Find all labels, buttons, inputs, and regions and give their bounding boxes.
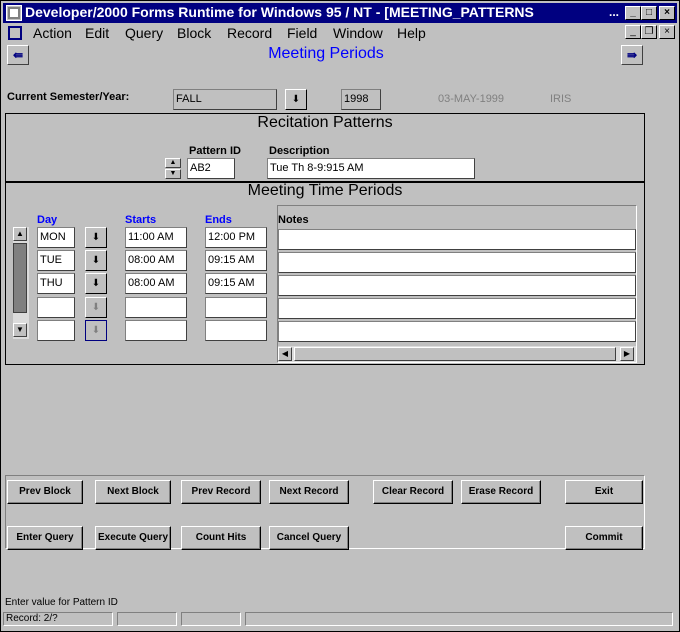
rows-scroll-down-button[interactable]: ▼	[13, 323, 27, 337]
count-hits-button[interactable]: Count Hits	[181, 526, 261, 550]
erase-record-button[interactable]: Erase Record	[461, 480, 541, 504]
mdi-restore-button[interactable]: ❐	[641, 25, 657, 39]
term-dropdown-button[interactable]: ⬇	[285, 89, 307, 110]
user-field: IRIS	[547, 89, 621, 110]
chevron-down-icon: ⬇	[91, 255, 101, 266]
description-label: Description	[269, 145, 330, 157]
rows-scroll-thumb[interactable]	[13, 243, 27, 313]
day-field[interactable]	[37, 320, 75, 341]
current-date-field: 03-MAY-1999	[435, 89, 533, 110]
meeting-title: Meeting Time Periods	[247, 182, 403, 199]
title-bar[interactable]: Developer/2000 Forms Runtime for Windows…	[3, 3, 677, 23]
document-icon[interactable]	[7, 25, 23, 41]
menu-field[interactable]: Field	[287, 25, 317, 41]
menu-action[interactable]: Action	[33, 25, 72, 41]
record-scroll-down-button[interactable]: ▼	[165, 169, 181, 179]
status-cell-4	[245, 612, 673, 626]
status-message: Enter value for Pattern ID	[5, 597, 118, 608]
menu-bar: Action Edit Query Block Record Field Win…	[3, 23, 677, 43]
day-dropdown-button[interactable]: ⬇	[85, 250, 107, 271]
ends-field[interactable]: 12:00 PM	[205, 227, 267, 248]
day-field[interactable]	[37, 297, 75, 318]
ends-field[interactable]: 09:15 AM	[205, 250, 267, 271]
window-title: Developer/2000 Forms Runtime for Windows…	[25, 4, 534, 20]
starts-field[interactable]: 11:00 AM	[125, 227, 187, 248]
menu-record[interactable]: Record	[227, 25, 272, 41]
ends-header: Ends	[205, 214, 232, 226]
menu-query[interactable]: Query	[125, 25, 163, 41]
semester-label: Current Semester/Year:	[7, 91, 130, 103]
day-dropdown-button[interactable]: ⬇	[85, 273, 107, 294]
notes-hscrollbar[interactable]: ◀ ▶	[278, 346, 636, 362]
day-field[interactable]: TUE	[37, 250, 75, 271]
prev-block-button[interactable]: Prev Block	[7, 480, 83, 504]
maximize-button[interactable]: □	[641, 6, 657, 20]
starts-field[interactable]	[125, 320, 187, 341]
chevron-down-icon: ⬇	[91, 302, 101, 313]
minimize-button[interactable]: _	[625, 6, 641, 20]
day-field[interactable]: THU	[37, 273, 75, 294]
notes-field[interactable]	[278, 321, 636, 342]
description-input[interactable]: Tue Th 8-9:915 AM	[267, 158, 475, 179]
app-icon[interactable]	[6, 5, 22, 21]
next-block-button[interactable]: Next Block	[95, 480, 171, 504]
title-overflow: ...	[609, 5, 620, 19]
rows-scrollbar[interactable]: ▲ ▼	[13, 227, 29, 339]
enter-query-button[interactable]: Enter Query	[7, 526, 83, 550]
starts-field[interactable]: 08:00 AM	[125, 273, 187, 294]
commit-button[interactable]: Commit	[565, 526, 643, 550]
semester-term-field[interactable]: FALL	[173, 89, 277, 110]
ends-field[interactable]: 09:15 AM	[205, 273, 267, 294]
notes-scroll-thumb[interactable]	[294, 347, 616, 361]
recitation-title: Recitation Patterns	[257, 114, 393, 131]
pattern-id-input[interactable]: AB2	[187, 158, 235, 179]
message-line: Enter value for Pattern ID	[3, 597, 677, 613]
notes-field[interactable]	[278, 275, 636, 296]
record-scroll-up-button[interactable]: ▲	[165, 158, 181, 168]
notes-field[interactable]	[278, 252, 636, 273]
ends-field[interactable]	[205, 297, 267, 318]
rows-scroll-up-button[interactable]: ▲	[13, 227, 27, 241]
menu-window[interactable]: Window	[333, 25, 383, 41]
status-cell-2	[117, 612, 177, 626]
close-button[interactable]: ×	[659, 6, 675, 20]
cancel-query-button[interactable]: Cancel Query	[269, 526, 349, 550]
notes-scroll-right-button[interactable]: ▶	[620, 347, 634, 361]
mdi-close-button[interactable]: ×	[659, 25, 675, 39]
semester-year-field[interactable]: 1998	[341, 89, 381, 110]
starts-header: Starts	[125, 214, 157, 226]
status-cell-3	[181, 612, 241, 626]
execute-query-button[interactable]: Execute Query	[95, 526, 171, 550]
next-record-button[interactable]: Next Record	[269, 480, 349, 504]
notes-scroll-left-button[interactable]: ◀	[278, 347, 292, 361]
record-indicator: Record: 2/?	[3, 612, 113, 626]
prev-record-button[interactable]: Prev Record	[181, 480, 261, 504]
notes-field[interactable]	[278, 229, 636, 250]
menu-edit[interactable]: Edit	[85, 25, 109, 41]
chevron-down-icon: ⬇	[91, 232, 101, 243]
day-header: Day	[37, 214, 58, 226]
day-field[interactable]: MON	[37, 227, 75, 248]
mdi-minimize-button[interactable]: _	[625, 25, 641, 39]
day-dropdown-button[interactable]: ⬇	[85, 227, 107, 248]
day-dropdown-button[interactable]: ⬇	[85, 297, 107, 318]
menu-block[interactable]: Block	[177, 25, 211, 41]
day-dropdown-button[interactable]: ⬇	[85, 320, 107, 341]
starts-field[interactable]	[125, 297, 187, 318]
notes-field[interactable]	[278, 298, 636, 319]
page-title: Meeting Periods	[268, 45, 384, 62]
app-window: Developer/2000 Forms Runtime for Windows…	[0, 0, 680, 632]
clear-record-button[interactable]: Clear Record	[373, 480, 453, 504]
starts-field[interactable]: 08:00 AM	[125, 250, 187, 271]
exit-button[interactable]: Exit	[565, 480, 643, 504]
chevron-down-icon: ⬇	[91, 325, 101, 336]
pattern-id-label: Pattern ID	[189, 145, 241, 157]
status-bar: Record: 2/?	[3, 612, 677, 628]
chevron-down-icon: ⬇	[291, 94, 301, 105]
chevron-down-icon: ⬇	[91, 278, 101, 289]
menu-help[interactable]: Help	[397, 25, 426, 41]
ends-field[interactable]	[205, 320, 267, 341]
